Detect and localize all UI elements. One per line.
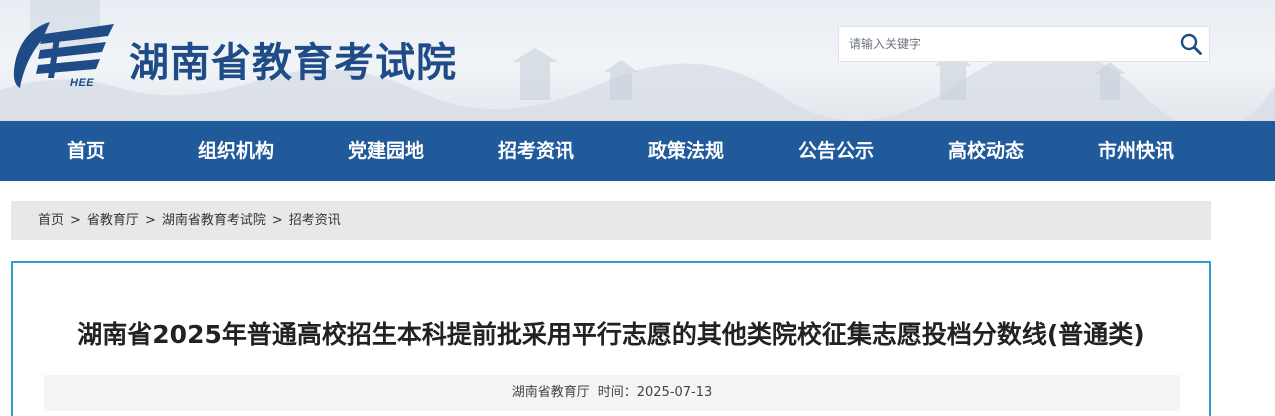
nav-item-policy[interactable]: 政策法规: [611, 121, 761, 181]
breadcrumb-item-education-dept[interactable]: 省教育厅: [87, 213, 139, 228]
logo-abbreviation: HEE: [70, 77, 95, 89]
article-title: 湖南省2025年普通高校招生本科提前批采用平行志愿的其他类院校征集志愿投档分数线…: [77, 320, 1145, 349]
nav-item-organization[interactable]: 组织机构: [161, 121, 311, 181]
breadcrumb-separator: >: [144, 213, 156, 228]
site-header: HEE 湖南省教育考试院: [0, 0, 1275, 121]
search-input[interactable]: [839, 27, 1169, 61]
breadcrumb-item-exam-authority[interactable]: 湖南省教育考试院: [162, 213, 266, 228]
breadcrumb-item-admissions[interactable]: 招考资讯: [289, 213, 341, 228]
breadcrumb: 首页 > 省教育厅 > 湖南省教育考试院 > 招考资讯: [11, 201, 1211, 240]
breadcrumb-separator: >: [70, 213, 81, 228]
nav-item-home[interactable]: 首页: [11, 121, 161, 181]
nav-item-city-news[interactable]: 市州快讯: [1061, 121, 1211, 181]
hee-logo-icon[interactable]: [10, 18, 116, 92]
search-box: [838, 26, 1210, 62]
nav-item-party[interactable]: 党建园地: [311, 121, 461, 181]
breadcrumb-item-home[interactable]: 首页: [38, 213, 64, 228]
article-source: 湖南省教育厅: [511, 385, 590, 400]
article-date: 2025-07-13: [636, 385, 713, 400]
site-title[interactable]: 湖南省教育考试院: [129, 30, 457, 88]
nav-item-universities[interactable]: 高校动态: [911, 121, 1061, 181]
nav-item-notices[interactable]: 公告公示: [761, 121, 911, 181]
main-nav: 首页 组织机构 党建园地 招考资讯 政策法规 公告公示 高校动态 市州快讯: [0, 121, 1275, 181]
article-meta: 湖南省教育厅 时间：2025-07-13: [44, 375, 1180, 411]
search-icon[interactable]: [1179, 32, 1203, 56]
breadcrumb-separator: >: [271, 213, 283, 228]
nav-item-admissions[interactable]: 招考资讯: [461, 121, 611, 181]
article-time-label: 时间：: [597, 385, 637, 400]
article-container: 湖南省2025年普通高校招生本科提前批采用平行志愿的其他类院校征集志愿投档分数线…: [11, 261, 1211, 416]
